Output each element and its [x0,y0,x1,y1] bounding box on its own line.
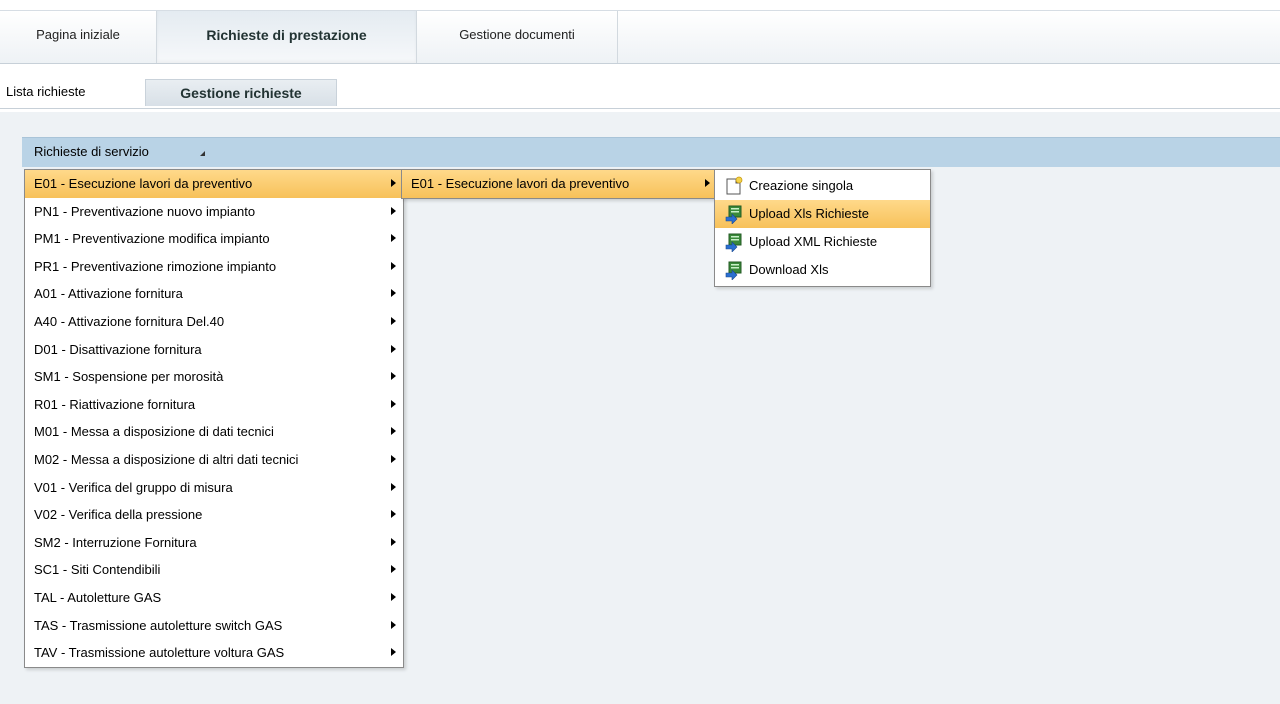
tab-label: Pagina iniziale [36,27,120,42]
subtab-label: Gestione richieste [180,85,302,101]
menu-item-m01[interactable]: M01 - Messa a disposizione di dati tecni… [25,418,403,446]
submenu-arrow-icon [391,234,396,243]
tab-label: Richieste di prestazione [206,27,367,43]
menu-item-label: A40 - Attivazione fornitura Del.40 [34,313,225,329]
menu-item-label: Upload XML Richieste [749,234,878,249]
menu-item-label: M02 - Messa a disposizione di altri dati… [34,451,299,467]
menu-item-pn1[interactable]: PN1 - Preventivazione nuovo impianto [25,198,403,226]
submenu-arrow-icon [391,316,396,325]
menu-item-label: PN1 - Preventivazione nuovo impianto [34,203,256,219]
submenu-arrow-icon [391,261,396,270]
dropdown-arrow-icon[interactable] [200,151,205,156]
menu-item-tav[interactable]: TAV - Trasmissione autoletture voltura G… [25,639,403,667]
tab-pagina-iniziale[interactable]: Pagina iniziale [0,11,157,63]
upload-icon [725,233,742,252]
sub-tab-bar: Lista richieste Gestione richieste [0,74,1280,109]
menu-item-r01[interactable]: R01 - Riattivazione fornitura [25,391,403,419]
menu-item-creazione-singola[interactable]: Creazione singola [715,172,930,200]
submenu-arrow-icon [391,372,396,381]
submenu-arrow-icon [391,592,396,601]
actions-menu: Creazione singola Upload Xls Richieste U… [714,169,931,287]
submenu-arrow-icon [391,648,396,657]
menu-item-sm1[interactable]: SM1 - Sospensione per morosità [25,363,403,391]
menu-richieste-di-servizio[interactable]: Richieste di servizio [34,144,149,159]
menu-item-label: PM1 - Preventivazione modifica impianto [34,231,270,247]
menu-item-label: E01 - Esecuzione lavori da preventivo [411,176,630,191]
menu-item-pm1[interactable]: PM1 - Preventivazione modifica impianto [25,225,403,253]
submenu-arrow-icon [391,620,396,629]
tab-richieste-di-prestazione[interactable]: Richieste di prestazione [157,11,417,63]
submenu-arrow-icon [391,565,396,574]
menu-item-label: V02 - Verifica della pressione [34,507,203,523]
menu-item-label: V01 - Verifica del gruppo di misura [34,479,233,495]
submenu-arrow-icon [705,179,710,187]
menu-item-label: TAS - Trasmissione autoletture switch GA… [34,617,283,633]
menu-item-upload-xml[interactable]: Upload XML Richieste [715,228,930,256]
submenu-arrow-icon [391,206,396,215]
submenu-item-e01[interactable]: E01 - Esecuzione lavori da preventivo [402,170,717,198]
tab-label: Gestione documenti [459,27,575,42]
submenu-arrow-icon [391,427,396,436]
submenu-arrow-icon [391,482,396,491]
menu-item-v01[interactable]: V01 - Verifica del gruppo di misura [25,474,403,502]
menu-item-pr1[interactable]: PR1 - Preventivazione rimozione impianto [25,253,403,281]
main-tab-bar: Pagina iniziale Richieste di prestazione… [0,11,1280,64]
menu-item-label: Download Xls [749,262,829,277]
top-strip [0,0,1280,11]
menu-item-label: SM1 - Sospensione per morosità [34,369,224,385]
tab-gestione-documenti[interactable]: Gestione documenti [417,11,618,63]
menu-item-label: Upload Xls Richieste [749,206,869,221]
submenu-arrow-icon [391,344,396,353]
upload-icon [725,205,742,224]
submenu-arrow-icon [391,289,396,298]
subtab-label: Lista richieste [6,84,86,99]
subtab-lista-richieste[interactable]: Lista richieste [6,79,130,105]
submenu-arrow-icon [391,537,396,546]
new-document-icon [726,176,743,195]
menu-item-label: A01 - Attivazione fornitura [34,286,183,302]
menu-item-label: SC1 - Siti Contendibili [34,562,161,578]
menu-bar: Richieste di servizio [22,137,1280,167]
menu-item-sm2[interactable]: SM2 - Interruzione Fornitura [25,529,403,557]
menu-item-download-xls[interactable]: Download Xls [715,256,930,284]
menu-item-a01[interactable]: A01 - Attivazione fornitura [25,280,403,308]
menu-item-label: E01 - Esecuzione lavori da preventivo [34,176,253,191]
menu-item-label: TAV - Trasmissione autoletture voltura G… [34,645,285,661]
menu-item-tas[interactable]: TAS - Trasmissione autoletture switch GA… [25,612,403,640]
menu-item-label: TAL - Autoletture GAS [34,589,162,605]
menu-item-label: Creazione singola [749,178,854,193]
menu-item-label: D01 - Disattivazione fornitura [34,341,202,357]
subtab-gestione-richieste[interactable]: Gestione richieste [145,79,337,106]
menu-item-d01[interactable]: D01 - Disattivazione fornitura [25,336,403,364]
menu-item-v02[interactable]: V02 - Verifica della pressione [25,501,403,529]
submenu-arrow-icon [391,399,396,408]
menu-item-label: R01 - Riattivazione fornitura [34,396,196,412]
submenu-e01: E01 - Esecuzione lavori da preventivo [401,169,718,199]
submenu-arrow-icon [391,179,396,187]
menu-item-tal[interactable]: TAL - Autoletture GAS [25,584,403,612]
submenu-arrow-icon [391,510,396,519]
menu-item-sc1[interactable]: SC1 - Siti Contendibili [25,556,403,584]
menu-item-upload-xls[interactable]: Upload Xls Richieste [715,200,930,228]
menu-item-e01[interactable]: E01 - Esecuzione lavori da preventivo [25,170,403,198]
submenu-arrow-icon [391,454,396,463]
menu-item-label: SM2 - Interruzione Fornitura [34,534,197,550]
menu-item-a40[interactable]: A40 - Attivazione fornitura Del.40 [25,308,403,336]
dropdown-menu-servizi: E01 - Esecuzione lavori da preventivo PN1… [24,169,404,668]
menu-item-m02[interactable]: M02 - Messa a disposizione di altri dati… [25,446,403,474]
menu-item-label: M01 - Messa a disposizione di dati tecni… [34,424,274,440]
menu-item-label: PR1 - Preventivazione rimozione impianto [34,258,277,274]
download-icon [725,261,742,280]
